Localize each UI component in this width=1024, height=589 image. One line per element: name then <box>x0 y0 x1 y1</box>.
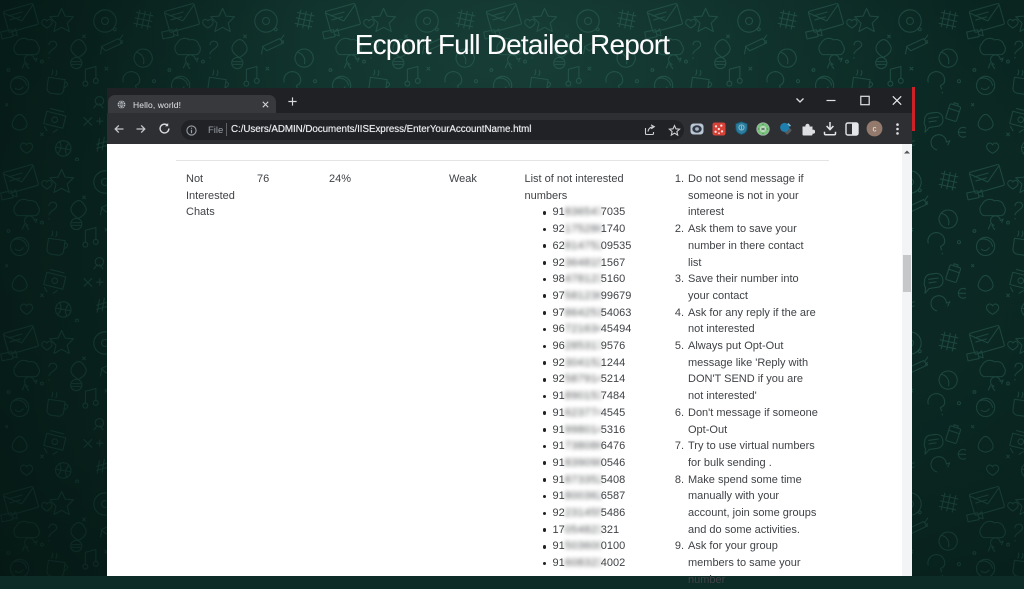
svg-text:c: c <box>873 124 877 133</box>
